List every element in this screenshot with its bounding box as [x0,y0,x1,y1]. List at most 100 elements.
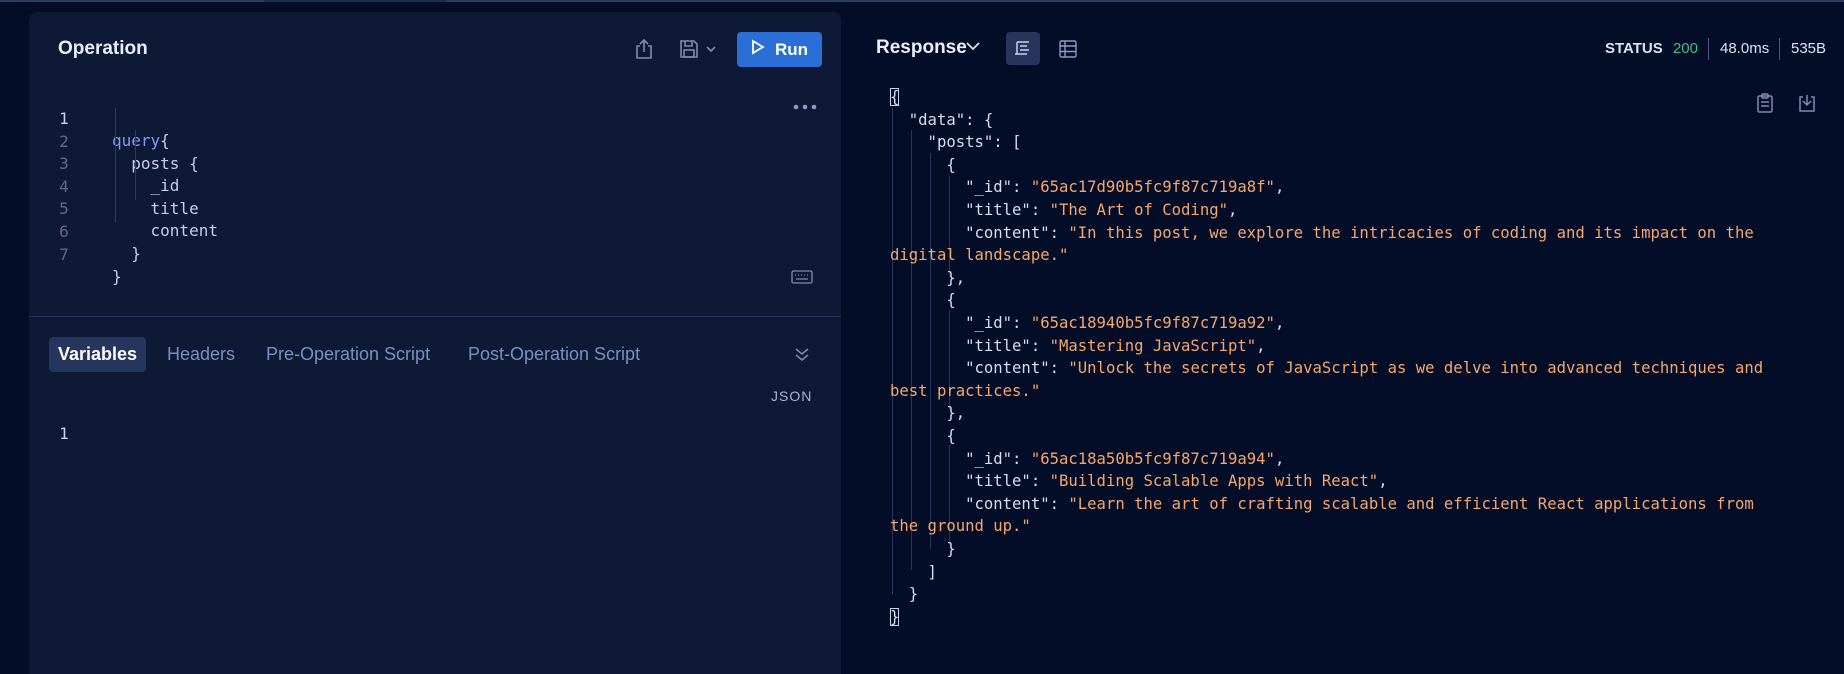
json-token: "posts": [ [890,133,1022,152]
json-line: "content": "In this post, we explore the… [890,222,1820,245]
line-number: 7 [59,244,69,264]
json-line: "_id": "65ac17d90b5fc9f87c719a8f", [890,176,1820,199]
json-line: "title": "The Art of Coding", [890,199,1820,222]
editor-line: 1 query{ [29,86,729,150]
top-border [0,0,1844,2]
save-icon [678,38,700,60]
editor-line: 4 title [29,154,729,218]
editor-line: 6 } [29,199,729,263]
json-line: }, [890,267,1820,290]
json-line: } [890,538,1820,561]
json-line: "title": "Building Scalable Apps with Re… [890,470,1820,493]
json-string: the ground up." [890,517,1031,536]
save-menu-button[interactable] [675,37,719,61]
status-separator [1779,38,1780,60]
json-string: digital landscape." [890,246,1069,265]
json-line: digital landscape." [890,244,1820,267]
json-line: "_id": "65ac18940b5fc9f87c719a92", [890,312,1820,335]
json-token: , [1256,336,1266,355]
json-token: } [890,607,900,626]
json-token: }, [890,268,966,287]
table-view-icon[interactable] [1051,32,1085,65]
operation-header: Operation Run [29,12,841,74]
json-line: ] [890,561,1820,584]
variables-format-label[interactable]: JSON [771,388,812,404]
operation-title: Operation [58,38,148,59]
json-token: "title": [890,336,1050,355]
json-line: }, [890,402,1820,425]
run-button[interactable]: Run [737,32,822,67]
editor-line: 2 posts { [29,109,729,173]
json-string: "65ac18a50b5fc9f87c719a94" [1030,449,1275,468]
operation-editor[interactable]: 1 query{ 2 posts { 3 _id 4 title 5 conte… [29,86,841,286]
editor-line: 7 } [29,222,729,286]
editor-line: 5 content [29,176,729,240]
json-line: } [890,606,1820,629]
json-string: "The Art of Coding" [1049,201,1228,219]
json-line: the ground up." [890,515,1820,538]
json-line: { [890,86,1820,109]
indent-guide [115,108,116,222]
json-line: "data": { [890,109,1820,132]
keyboard-icon[interactable] [791,270,813,284]
json-line: } [890,583,1820,606]
variables-editor[interactable]: 1 [29,401,729,443]
status-code: 200 [1672,40,1698,57]
json-token: }, [890,404,966,423]
json-token: { [890,155,956,174]
json-string: "In this post, we explore the intricacie… [1068,223,1754,242]
json-token: , [1274,314,1285,332]
tab-pre-operation-script[interactable]: Pre-Operation Script [266,337,430,372]
json-token: "title": [890,201,1050,219]
chevrons-down-icon[interactable] [794,346,810,362]
line-number: 1 [59,424,69,443]
json-token: , [1274,449,1285,468]
run-label: Run [774,39,809,59]
status-separator [1708,38,1709,60]
json-token: "_id": [890,449,1031,468]
json-string: "Building Scalable Apps with React" [1049,472,1379,491]
json-token: "_id": [890,178,1031,197]
json-line: "title": "Mastering JavaScript", [890,335,1820,358]
json-line: { [890,425,1820,448]
json-string: "Unlock the secrets of JavaScript as we … [1068,359,1764,378]
json-token: , [1378,472,1388,491]
chevron-down-icon [706,45,716,53]
response-title[interactable]: Response [876,37,967,59]
tab-post-operation-script[interactable]: Post-Operation Script [468,337,640,372]
json-token: "_id": [890,314,1031,332]
status-label: STATUS [1605,40,1663,57]
response-status: STATUS 200 [1605,40,1698,57]
json-line: { [890,154,1820,177]
variables-tabs: Variables Headers Pre-Operation Script P… [29,337,841,373]
json-string: "65ac18940b5fc9f87c719a92" [1030,314,1275,332]
share-icon[interactable] [632,37,656,61]
play-icon [751,39,765,60]
json-line: "content": "Learn the art of crafting sc… [890,493,1820,516]
json-token: { [890,427,956,445]
more-horizontal-icon[interactable] [791,97,819,117]
json-string: "Mastering JavaScript" [1049,336,1257,355]
chevron-down-icon[interactable] [965,41,981,51]
tab-strip-segment [0,0,264,2]
json-string: best practices." [890,381,1041,400]
editor-line: 3 _id [29,131,729,195]
line-code: } [112,244,141,263]
json-token: } [890,585,919,604]
json-token: ] [890,562,937,581]
tab-headers[interactable]: Headers [167,337,235,372]
json-line: "content": "Unlock the secrets of JavaSc… [890,357,1820,380]
json-token: "content": [890,223,1069,242]
json-token: } [890,540,956,558]
text-view-icon[interactable] [1006,32,1040,65]
json-token: , [1274,178,1285,197]
indent-guide [135,130,136,200]
json-token: "content": [890,359,1069,378]
json-token: { [890,88,900,106]
tab-variables[interactable]: Variables [49,337,147,372]
json-line: "_id": "65ac18a50b5fc9f87c719a94", [890,448,1820,471]
json-token: "content": [890,494,1069,513]
json-line: { [890,289,1820,312]
panel-divider [29,316,841,317]
tab-strip-segment [446,0,1844,2]
